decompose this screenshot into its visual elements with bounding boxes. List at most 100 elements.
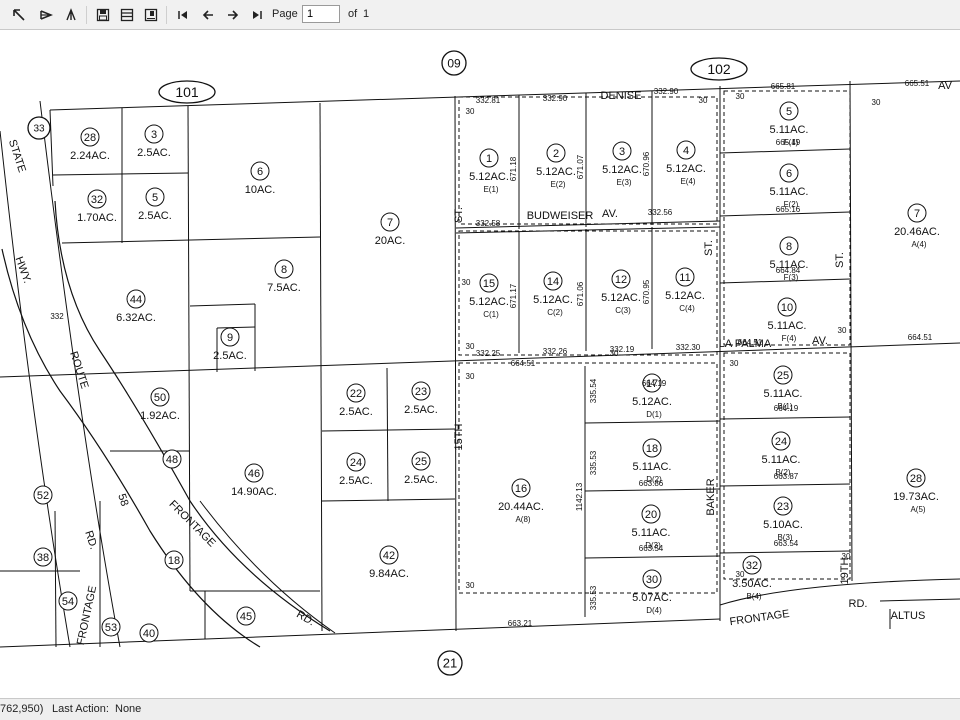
parcel-number: 54 bbox=[62, 596, 74, 608]
parcel[interactable]: 7 20.46AC. A(4) bbox=[894, 203, 940, 249]
parcel-area: 5.12AC. bbox=[602, 164, 642, 176]
last-page-icon[interactable] bbox=[248, 6, 266, 24]
parcel[interactable]: 245.11AC.B(2) bbox=[762, 431, 801, 477]
parcel-subdivision: E(2) bbox=[550, 180, 565, 189]
parcel[interactable]: 65.11AC.F(2) bbox=[770, 163, 809, 209]
parcel[interactable]: 10 5.11AC. F(4) bbox=[768, 297, 807, 343]
parcel-number: 16 bbox=[515, 483, 527, 495]
status-coords: 762,950) bbox=[0, 703, 44, 715]
parcel-number: 32 bbox=[746, 560, 758, 572]
parcel-area: 5.12AC. bbox=[469, 171, 509, 183]
parcel-subdivision: E(4) bbox=[680, 177, 695, 186]
parcel[interactable]: 8 7.5AC. bbox=[267, 259, 301, 294]
dimension-label: 30 bbox=[736, 92, 745, 101]
parcel[interactable]: 38 bbox=[33, 547, 53, 567]
parcel[interactable]: 53 bbox=[101, 617, 121, 637]
next-page-icon[interactable] bbox=[224, 6, 242, 24]
dimension-label: 665.51 bbox=[905, 79, 930, 88]
dimension-label: 332.81 bbox=[476, 96, 501, 105]
parcel-number: 6 bbox=[786, 168, 792, 180]
parcel[interactable]: 9 2.5AC. bbox=[213, 327, 247, 362]
road-label: ST. bbox=[834, 252, 846, 268]
parcel-number: 12 bbox=[615, 274, 627, 286]
dimension-label: 664.84 bbox=[776, 266, 801, 275]
parcel[interactable]: 32 1.70AC. bbox=[77, 189, 117, 224]
assessor-map-viewer[interactable]: 09 101 102 21 33 28 2.24AC. 3 2.5AC. 32 1.70AC. 5 2… bbox=[0, 31, 960, 698]
parcel-area: 5.11AC. bbox=[762, 454, 801, 466]
print-icon[interactable] bbox=[10, 6, 28, 24]
dimension-label: 335.54 bbox=[589, 378, 598, 403]
parcel[interactable]: 52 bbox=[33, 485, 53, 505]
parcel-area: 5.12AC. bbox=[469, 296, 509, 308]
road-label: RD. bbox=[82, 529, 99, 551]
parcel[interactable]: 30 5.07AC. D(4) bbox=[632, 569, 672, 615]
road-number: 09 bbox=[447, 56, 461, 70]
parcel[interactable]: 24 2.5AC. bbox=[339, 452, 373, 487]
parcel[interactable]: 1 5.12AC. E(1) bbox=[469, 148, 509, 194]
parcel[interactable]: 28 19.73AC. A(5) bbox=[893, 468, 939, 514]
parcel[interactable]: 40 bbox=[139, 623, 159, 643]
parcel[interactable]: 15 5.12AC. C(1) bbox=[469, 273, 509, 319]
page-label: Page bbox=[272, 8, 298, 20]
parcel-number: 14 bbox=[547, 276, 559, 288]
parcel-area: 7.5AC. bbox=[267, 282, 301, 294]
parcel[interactable]: 44 6.32AC. bbox=[116, 289, 156, 324]
first-page-icon[interactable] bbox=[174, 6, 192, 24]
parcel-subdivision: C(2) bbox=[547, 308, 563, 317]
road-number: 101 bbox=[175, 84, 199, 100]
dimension-label: 30 bbox=[838, 326, 847, 335]
parcel-area: 5.11AC. bbox=[764, 388, 803, 400]
prev-page-icon[interactable] bbox=[199, 6, 217, 24]
parcel-area: 14.90AC. bbox=[231, 486, 277, 498]
tree-icon[interactable] bbox=[62, 6, 80, 24]
parcel[interactable]: 185.11AC.D(2) bbox=[633, 438, 672, 484]
dimension-label: 332 bbox=[50, 312, 64, 321]
road-number: 102 bbox=[707, 61, 731, 77]
parcel-number: 28 bbox=[84, 132, 96, 144]
parcel[interactable]: 42 9.84AC. bbox=[369, 545, 409, 580]
parcel-number: 7 bbox=[914, 208, 920, 220]
parcel-area: 5.11AC. bbox=[770, 186, 809, 198]
parcel[interactable]: 11 5.12AC. C(4) bbox=[665, 267, 705, 313]
export-icon[interactable] bbox=[37, 6, 55, 24]
parcel[interactable]: 16 20.44AC. A(8) bbox=[498, 478, 544, 524]
parcel[interactable]: 22 2.5AC. bbox=[339, 383, 373, 418]
road-label: AV. bbox=[812, 335, 828, 347]
layout-icon[interactable] bbox=[118, 6, 136, 24]
parcel[interactable]: 3 5.12AC. E(3) bbox=[602, 141, 642, 187]
parcel-subdivision: D(4) bbox=[646, 606, 662, 615]
parcel[interactable]: 12 5.12AC. C(3) bbox=[601, 269, 641, 315]
parcel[interactable]: 45 bbox=[236, 606, 256, 626]
road-label: 19TH bbox=[839, 557, 851, 584]
parcel[interactable]: 54 bbox=[58, 591, 78, 611]
save-icon[interactable] bbox=[94, 6, 112, 24]
parcel[interactable]: 28 2.24AC. bbox=[70, 127, 110, 162]
parcel[interactable]: 2 5.12AC. E(2) bbox=[536, 143, 576, 189]
parcel[interactable]: 7 20AC. bbox=[375, 212, 406, 247]
parcel[interactable]: 14 5.12AC. C(2) bbox=[533, 271, 573, 317]
parcel[interactable]: 85.11AC.F(3) bbox=[770, 236, 809, 282]
parcel[interactable]: 25 2.5AC. bbox=[404, 451, 438, 486]
save-as-icon[interactable] bbox=[142, 6, 160, 24]
parcel[interactable]: 5 2.5AC. bbox=[138, 187, 172, 222]
dimension-label: 335.53 bbox=[589, 450, 598, 475]
parcel[interactable]: 4 5.12AC. E(4) bbox=[666, 140, 706, 186]
parcel[interactable]: 23 2.5AC. bbox=[404, 381, 438, 416]
dimension-label: 664.51 bbox=[738, 338, 763, 347]
parcel-area: 2.5AC. bbox=[213, 350, 247, 362]
parcel[interactable]: 3 2.5AC. bbox=[137, 124, 171, 159]
parcel[interactable]: 50 1.92AC. bbox=[140, 387, 180, 422]
parcel[interactable]: 48 bbox=[162, 449, 182, 469]
page-number-input[interactable] bbox=[302, 5, 340, 23]
parcel-subdivision: D(1) bbox=[646, 410, 662, 419]
parcel[interactable]: 18 bbox=[164, 550, 184, 570]
dimension-label: 663.86 bbox=[639, 479, 664, 488]
parcel[interactable]: 235.10AC.B(3) bbox=[763, 496, 803, 542]
dimension-label: 663.21 bbox=[508, 619, 533, 628]
dimension-label: 30 bbox=[699, 96, 708, 105]
parcel[interactable]: 46 14.90AC. bbox=[231, 463, 277, 498]
dimension-label: 30 bbox=[466, 372, 475, 381]
last-action-label: Last Action: bbox=[52, 703, 109, 715]
parcel[interactable]: 6 10AC. bbox=[245, 161, 276, 196]
parcel-area: 5.12AC. bbox=[601, 292, 641, 304]
